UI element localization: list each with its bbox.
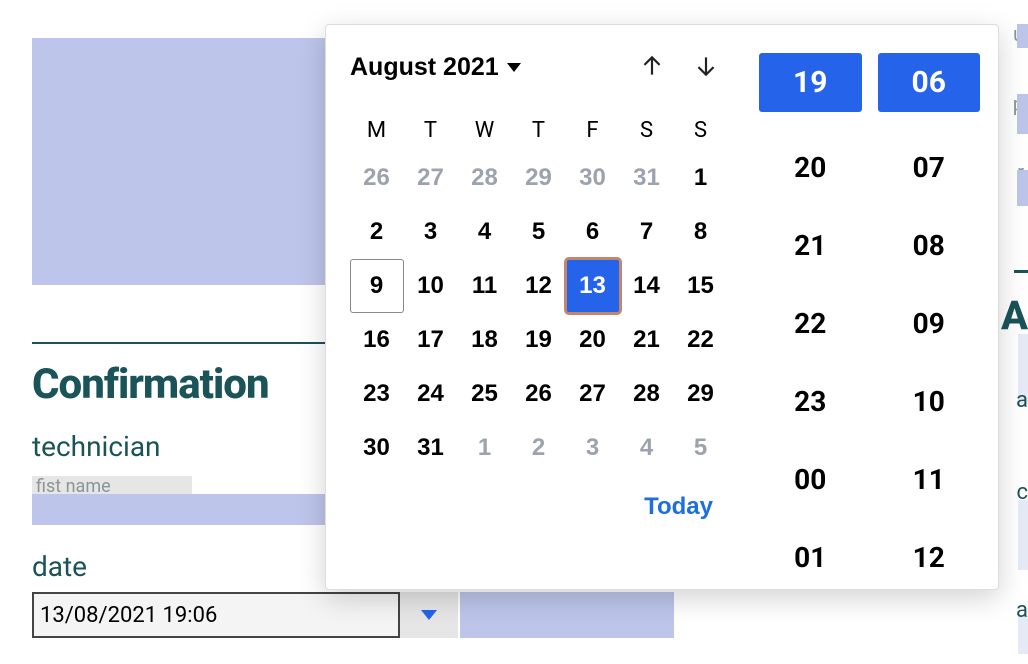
date-input[interactable]: 13/08/2021 19:06 bbox=[32, 592, 400, 638]
hour-option[interactable]: 20 bbox=[759, 146, 862, 190]
weekday-header: W bbox=[458, 110, 512, 151]
edge-divider bbox=[1014, 270, 1028, 273]
calendar-day[interactable]: 18 bbox=[458, 313, 512, 367]
calendar-day[interactable]: 2 bbox=[350, 205, 404, 259]
calendar-day[interactable]: 6 bbox=[566, 205, 620, 259]
arrow-up-icon bbox=[639, 53, 665, 79]
minute-option[interactable]: 07 bbox=[878, 146, 981, 190]
hour-option[interactable]: 00 bbox=[759, 457, 862, 501]
calendar-day[interactable]: 9 bbox=[350, 259, 404, 313]
minute-option[interactable]: 12 bbox=[878, 535, 981, 579]
weekday-header: S bbox=[674, 110, 728, 151]
calendar-day[interactable]: 17 bbox=[404, 313, 458, 367]
month-year-label: August 2021 bbox=[350, 53, 499, 82]
section-heading: Confirmation bbox=[32, 360, 269, 409]
calendar-day[interactable]: 5 bbox=[674, 421, 728, 475]
edge-char: a bbox=[1016, 598, 1028, 623]
calendar-day[interactable]: 16 bbox=[350, 313, 404, 367]
calendar-day[interactable]: 26 bbox=[512, 367, 566, 421]
edge-strip bbox=[1017, 24, 1028, 48]
calendar-day[interactable]: 31 bbox=[620, 151, 674, 205]
calendar-day[interactable]: 22 bbox=[674, 313, 728, 367]
hour-option[interactable]: 22 bbox=[759, 302, 862, 346]
weekday-header: M bbox=[350, 110, 404, 151]
next-month-button[interactable] bbox=[693, 53, 719, 82]
hours-column: 19 20 21 22 23 00 01 bbox=[759, 53, 862, 579]
calendar-day[interactable]: 3 bbox=[404, 205, 458, 259]
calendar-day[interactable]: 23 bbox=[350, 367, 404, 421]
calendar-day[interactable]: 11 bbox=[458, 259, 512, 313]
weekday-header: F bbox=[566, 110, 620, 151]
calendar-day[interactable]: 20 bbox=[566, 313, 620, 367]
minute-option[interactable]: 08 bbox=[878, 224, 981, 268]
month-year-button[interactable]: August 2021 bbox=[350, 53, 521, 82]
calendar-day[interactable]: 30 bbox=[350, 421, 404, 475]
calendar-day[interactable]: 29 bbox=[512, 151, 566, 205]
prev-month-button[interactable] bbox=[639, 53, 665, 82]
minutes-column: 06 07 08 09 10 11 12 bbox=[878, 53, 981, 579]
calendar-day[interactable]: 27 bbox=[404, 151, 458, 205]
minute-option[interactable]: 06 bbox=[878, 53, 981, 112]
calendar-day[interactable]: 15 bbox=[674, 259, 728, 313]
arrow-down-icon bbox=[693, 53, 719, 79]
edge-strip bbox=[1017, 170, 1028, 206]
weekday-header: T bbox=[512, 110, 566, 151]
calendar-day[interactable]: 4 bbox=[458, 205, 512, 259]
hour-option[interactable]: 21 bbox=[759, 224, 862, 268]
calendar-day[interactable]: 1 bbox=[674, 151, 728, 205]
edge-char: a bbox=[1016, 388, 1028, 413]
calendar-day[interactable]: 28 bbox=[458, 151, 512, 205]
date-dropdown-button[interactable] bbox=[400, 592, 458, 638]
weekday-header: T bbox=[404, 110, 458, 151]
calendar-day[interactable]: 30 bbox=[566, 151, 620, 205]
calendar-day[interactable]: 26 bbox=[350, 151, 404, 205]
calendar-day[interactable]: 5 bbox=[512, 205, 566, 259]
calendar-day[interactable]: 24 bbox=[404, 367, 458, 421]
calendar-day[interactable]: 27 bbox=[566, 367, 620, 421]
calendar-day[interactable]: 3 bbox=[566, 421, 620, 475]
calendar-day[interactable]: 28 bbox=[620, 367, 674, 421]
weekday-header: S bbox=[620, 110, 674, 151]
calendar-day[interactable]: 25 bbox=[458, 367, 512, 421]
edge-strip bbox=[1018, 500, 1028, 570]
calendar-day[interactable]: 31 bbox=[404, 421, 458, 475]
calendar-day[interactable]: 14 bbox=[620, 259, 674, 313]
calendar-day[interactable]: 2 bbox=[512, 421, 566, 475]
datetime-picker-popup: August 2021 MTWTFSS 26272829303112345678… bbox=[325, 24, 999, 590]
calendar-day[interactable]: 29 bbox=[674, 367, 728, 421]
edge-char: c bbox=[1016, 480, 1028, 505]
calendar-day[interactable]: 12 bbox=[512, 259, 566, 313]
triangle-down-icon bbox=[507, 63, 521, 72]
calendar-day[interactable]: 19 bbox=[512, 313, 566, 367]
minute-option[interactable]: 10 bbox=[878, 379, 981, 423]
caret-down-icon bbox=[421, 610, 437, 620]
technician-label: technician bbox=[32, 430, 161, 463]
hour-option[interactable]: 01 bbox=[759, 535, 862, 579]
calendar-day[interactable]: 7 bbox=[620, 205, 674, 259]
edge-heading-fragment: A bbox=[1001, 292, 1028, 339]
adjacent-field[interactable] bbox=[460, 592, 674, 638]
calendar-day[interactable]: 10 bbox=[404, 259, 458, 313]
today-button[interactable]: Today bbox=[644, 493, 713, 521]
minute-option[interactable]: 09 bbox=[878, 302, 981, 346]
calendar-day[interactable]: 13 bbox=[566, 259, 620, 313]
calendar-day[interactable]: 8 bbox=[674, 205, 728, 259]
calendar-day[interactable]: 1 bbox=[458, 421, 512, 475]
date-label: date bbox=[32, 550, 87, 583]
hour-option[interactable]: 19 bbox=[759, 53, 862, 112]
calendar-day[interactable]: 21 bbox=[620, 313, 674, 367]
edge-strip bbox=[1017, 94, 1028, 134]
minute-option[interactable]: 11 bbox=[878, 457, 981, 501]
calendar-day[interactable]: 4 bbox=[620, 421, 674, 475]
hour-option[interactable]: 23 bbox=[759, 379, 862, 423]
